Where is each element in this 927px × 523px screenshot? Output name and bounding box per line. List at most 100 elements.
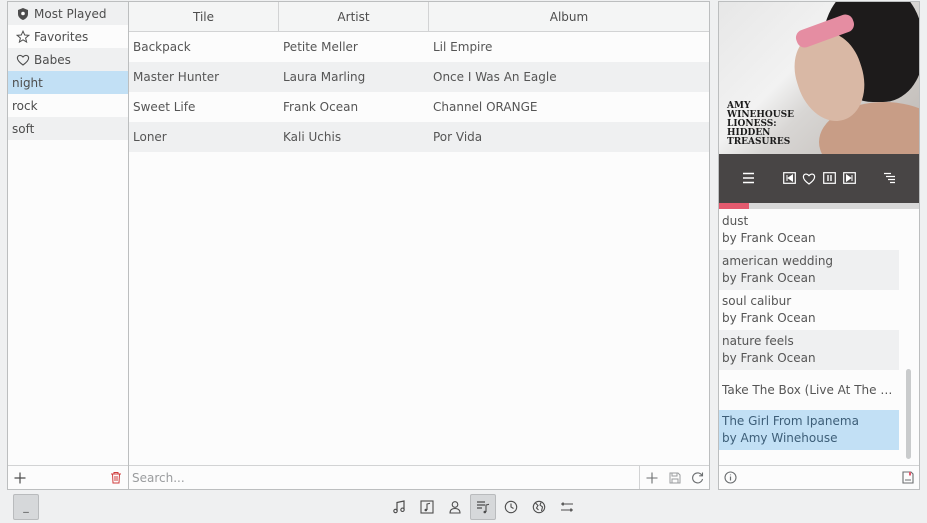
view-albums-button[interactable] (414, 494, 440, 520)
skip-forward-icon (842, 172, 856, 184)
table-row[interactable]: Master Hunter Laura Marling Once I Was A… (129, 62, 709, 92)
music-note-icon (392, 500, 406, 514)
list-item[interactable]: dust by Frank Ocean (719, 210, 899, 250)
sidebar-item-favorites[interactable]: Favorites (8, 25, 128, 48)
queue-track-artist: by Frank Ocean (722, 231, 816, 245)
info-icon (724, 471, 737, 484)
list-item[interactable]: american wedding by Frank Ocean (719, 250, 899, 290)
queue-track-title: Take The Box (Live At The Co... (722, 382, 896, 397)
queue-track-title: american wedding (722, 254, 834, 268)
view-tracks-button[interactable] (386, 494, 412, 520)
playback-controls (719, 154, 919, 203)
album-cover: AMY WINEHOUSE LIONESS: HIDDEN TREASURES (719, 2, 919, 154)
queue-footer (719, 465, 919, 489)
list-icon (742, 172, 755, 184)
sidebar-item-label: Babes (34, 52, 71, 67)
shield-icon (12, 7, 34, 21)
pause-button[interactable] (821, 170, 837, 186)
view-switcher (386, 494, 580, 520)
table-footer (129, 465, 709, 489)
sidebar-item-rock[interactable]: rock (8, 94, 128, 117)
sidebar-item-label: soft (12, 121, 35, 136)
sidebar-item-most-played[interactable]: Most Played (8, 2, 128, 25)
cell-title: Backpack (133, 40, 191, 54)
table-row[interactable]: Loner Kali Uchis Por Vida (129, 122, 709, 152)
queue-scrollbar[interactable] (906, 369, 911, 459)
queue-track-title: nature feels (722, 334, 794, 348)
globe-icon (532, 500, 546, 514)
add-button[interactable] (640, 466, 663, 490)
heart-icon (802, 172, 816, 185)
info-button[interactable] (724, 471, 737, 484)
favorite-button[interactable] (801, 170, 817, 186)
queue-toggle-button[interactable] (740, 170, 756, 186)
playlist-menu-icon (883, 172, 896, 184)
save-icon (669, 472, 681, 484)
next-button[interactable] (841, 170, 857, 186)
cell-artist: Kali Uchis (283, 130, 342, 144)
cell-artist: Petite Meller (283, 40, 358, 54)
heart-icon (12, 53, 34, 67)
add-playlist-button[interactable] (14, 472, 26, 484)
cell-album: Lil Empire (433, 40, 493, 54)
view-settings-button[interactable] (554, 494, 580, 520)
list-item[interactable]: Take The Box (Live At The Co... (719, 370, 899, 410)
queue-track-artist: by Amy Winehouse (722, 431, 838, 445)
plus-icon (14, 472, 26, 484)
plus-icon (646, 472, 658, 484)
table-row[interactable]: Sweet Life Frank Ocean Channel ORANGE (129, 92, 709, 122)
sidebar-item-babes[interactable]: Babes (8, 48, 128, 71)
sidebar-item-night[interactable]: night (8, 71, 128, 94)
search-input[interactable] (129, 466, 640, 489)
list-item[interactable]: soul calibur by Frank Ocean (719, 290, 899, 330)
playlist-sidebar: Most Played Favorites Babes night rock s… (7, 1, 129, 490)
history-icon (504, 500, 518, 514)
column-header-album[interactable]: Album (429, 2, 709, 31)
star-icon (12, 29, 34, 44)
cell-album: Por Vida (433, 130, 483, 144)
table-header: Tile Artist Album (129, 2, 709, 32)
queue-track-artist: by Frank Ocean (722, 271, 816, 285)
progress-bar[interactable] (719, 203, 919, 209)
cell-title: Master Hunter (133, 70, 220, 84)
cell-artist: Frank Ocean (283, 100, 359, 114)
view-playlists-button[interactable] (470, 494, 496, 520)
queue-track-artist: by Frank Ocean (722, 311, 816, 325)
sidebar-item-label: night (12, 75, 43, 90)
view-online-button[interactable] (526, 494, 552, 520)
cell-album: Channel ORANGE (433, 100, 538, 114)
queue-track-title: dust (722, 214, 749, 228)
save-queue-button[interactable] (902, 471, 914, 484)
sidebar-item-label: rock (12, 98, 38, 113)
skip-back-icon (782, 172, 796, 184)
view-artists-button[interactable] (442, 494, 468, 520)
table-row[interactable]: Backpack Petite Meller Lil Empire (129, 32, 709, 62)
sidebar-footer (8, 465, 128, 489)
list-item[interactable]: nature feels by Frank Ocean (719, 330, 899, 370)
previous-button[interactable] (781, 170, 797, 186)
document-icon (902, 471, 914, 484)
toggle-sidebar-button[interactable]: _ (13, 494, 39, 520)
view-history-button[interactable] (498, 494, 524, 520)
delete-playlist-button[interactable] (110, 471, 122, 484)
sidebar-item-soft[interactable]: soft (8, 117, 128, 140)
progress-fill (719, 203, 749, 209)
cell-title: Loner (133, 130, 167, 144)
queue-track-title: soul calibur (722, 294, 792, 308)
cell-album: Once I Was An Eagle (433, 70, 557, 84)
save-button[interactable] (663, 466, 686, 490)
sync-button[interactable] (686, 466, 709, 490)
track-table: Tile Artist Album Backpack Petite Meller… (128, 1, 710, 490)
queue-track-title: The Girl From Ipanema (722, 414, 859, 428)
settings-sliders-icon (560, 500, 574, 514)
playlist-icon (476, 500, 490, 514)
player-panel: AMY WINEHOUSE LIONESS: HIDDEN TREASURES (718, 1, 920, 490)
queue-list: dust by Frank Ocean american wedding by … (719, 210, 919, 468)
column-header-title[interactable]: Tile (129, 2, 279, 31)
sidebar-item-label: Most Played (34, 6, 107, 21)
list-item[interactable]: The Girl From Ipanema by Amy Winehouse (719, 410, 899, 450)
column-header-artist[interactable]: Artist (279, 2, 429, 31)
playlist-menu-button[interactable] (881, 170, 897, 186)
toggle-sidebar-label: _ (23, 500, 29, 513)
cell-title: Sweet Life (133, 100, 196, 114)
